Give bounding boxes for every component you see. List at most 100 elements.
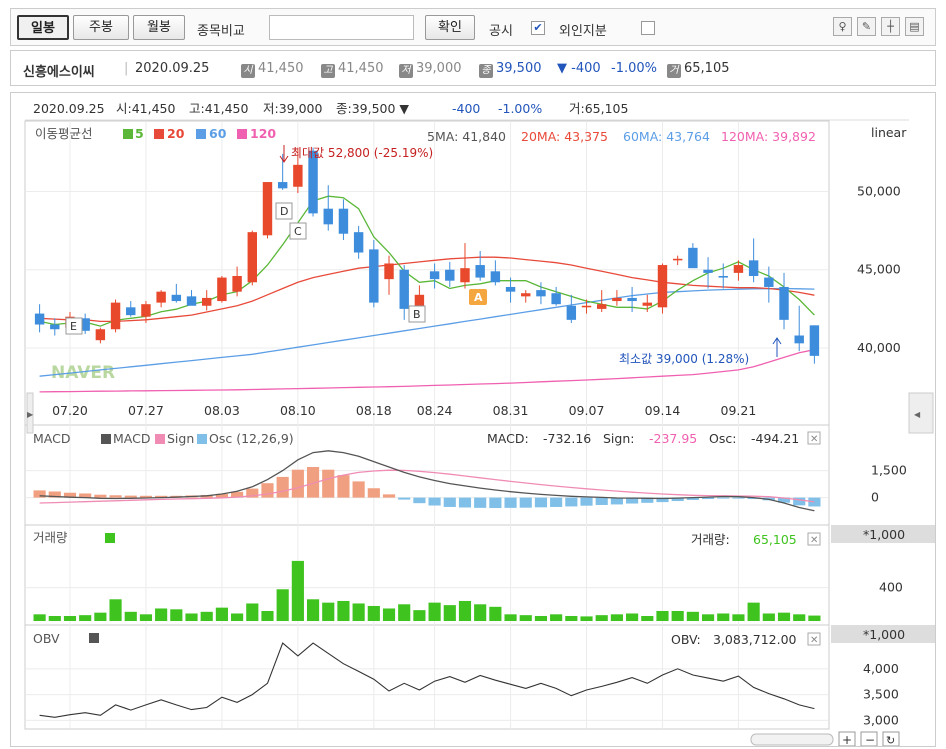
candle-body — [277, 182, 288, 189]
volume-bar — [793, 614, 806, 621]
macd-legend-macd: MACD — [113, 431, 150, 446]
volume-bar — [170, 609, 183, 621]
obv-tick-label: 3,500 — [863, 687, 899, 702]
volume-bar — [109, 599, 122, 621]
volume-bar — [534, 615, 548, 621]
osc-bar — [458, 497, 472, 508]
header-change: -400 — [452, 101, 480, 116]
tab-weekly[interactable]: 주봉 — [73, 15, 129, 40]
candle-body — [657, 265, 668, 308]
info-change-pct: -1.00% — [611, 61, 657, 76]
marker-c-label: C — [294, 225, 302, 238]
candle-body — [429, 271, 440, 280]
open-icon: 시 — [241, 64, 255, 78]
candle-body — [308, 150, 318, 214]
candle-body — [688, 247, 698, 269]
macd-tick-label: 0 — [871, 490, 879, 505]
macd-swatch — [101, 434, 111, 444]
volume-bar — [276, 589, 289, 621]
volume-bar — [215, 607, 228, 621]
print-icon[interactable]: ▤ — [905, 17, 924, 36]
candle-body — [627, 297, 637, 302]
volume-bar — [747, 602, 760, 621]
candle-body — [186, 296, 197, 306]
volume-bar — [291, 560, 304, 621]
osc-bar — [489, 497, 502, 509]
confirm-button[interactable]: 확인 — [425, 15, 475, 40]
price-tick-label: 40,000 — [857, 340, 901, 355]
crosshair-icon[interactable]: ┼ — [881, 17, 900, 36]
candle-body — [126, 307, 136, 316]
candle-body — [521, 293, 531, 297]
osc-bar — [717, 497, 730, 499]
candle-body — [672, 258, 683, 261]
volume-bar — [337, 600, 350, 621]
tab-daily[interactable]: 일봉 — [17, 15, 69, 40]
volume-bar — [352, 603, 365, 621]
volume-bar — [565, 615, 578, 621]
candle-body — [156, 291, 166, 303]
header-low: 저:39,000 — [263, 101, 322, 116]
header-date: 2020.09.25 — [33, 101, 105, 116]
volume-title: 거래량 — [33, 530, 68, 545]
candle-body — [34, 313, 45, 325]
osc-bar — [367, 488, 380, 498]
volume-bar — [626, 613, 639, 621]
volume-bar — [443, 605, 456, 621]
zoom-scrollbar[interactable] — [750, 733, 834, 746]
ma120-readout: 120MA: 39,892 — [721, 129, 816, 144]
foreign-checkbox[interactable] — [641, 21, 655, 35]
candle-body — [110, 302, 121, 330]
candlesticks — [34, 147, 820, 364]
volume-icon: 거 — [667, 64, 681, 78]
candle-body — [764, 277, 774, 287]
marker-b-label: B — [413, 308, 421, 321]
volume-bar — [580, 616, 593, 621]
candle-body — [384, 263, 394, 280]
candle-body — [748, 260, 759, 277]
ma5-readout: 5MA: 41,840 — [427, 129, 506, 144]
date-tick-label: 09.07 — [569, 403, 605, 418]
macd-line — [39, 450, 815, 512]
compare-label: 종목비교 — [197, 24, 245, 39]
candle-body — [50, 324, 60, 330]
plus-icon: + — [842, 733, 852, 746]
marker-a-label: A — [474, 291, 483, 304]
refresh-icon: ↻ — [886, 734, 895, 746]
volume-bar — [656, 610, 669, 621]
tab-monthly[interactable]: 월봉 — [133, 15, 185, 40]
volume-bar — [200, 611, 213, 621]
volume-bar — [595, 615, 608, 621]
high-icon: 고 — [321, 64, 335, 78]
osc-bar — [337, 475, 350, 498]
candle-body — [262, 182, 273, 236]
candle-body — [551, 293, 561, 305]
candle-body — [141, 304, 151, 317]
osc-bar — [124, 495, 137, 498]
sign-readout-value: -237.95 — [649, 431, 697, 446]
scale-label: linear — [871, 125, 907, 140]
stock-info-bar: 신흥에스이씨 | 2020.09.25 시 41,450 고 41,450 저 39,… — [10, 50, 936, 86]
notice-checkbox[interactable]: ✔ — [531, 21, 545, 35]
candle-body — [490, 271, 501, 283]
right-collapse-handle[interactable] — [908, 392, 934, 434]
osc-readout-label: Osc: — [709, 431, 736, 446]
price-legend: 이동평균선 5 20 60 120 5MA: 41,840 20MA: 43,3… — [35, 125, 907, 144]
volume-tick-label: 400 — [879, 580, 903, 595]
candle-body — [323, 208, 333, 225]
volume-bar — [261, 610, 274, 621]
info-volume: 거 65,105 — [667, 61, 730, 78]
osc-bar — [352, 481, 365, 498]
ma20-line — [39, 256, 815, 323]
draw-icon[interactable]: ✎ — [857, 17, 876, 36]
volume-bar — [413, 610, 426, 621]
volume-bar — [519, 615, 532, 621]
compare-input[interactable] — [269, 15, 414, 40]
indicator-icon[interactable]: ♀ — [833, 17, 852, 36]
obv-tick-label: 3,000 — [863, 712, 899, 727]
volume-bar — [777, 612, 791, 621]
osc-bar — [413, 497, 426, 504]
left-collapse-icon: ▶ — [27, 410, 34, 419]
candle-body — [232, 276, 242, 292]
chart-header: 2020.09.25 시:41,450 고:41,450 저:39,000 종:… — [33, 101, 628, 116]
